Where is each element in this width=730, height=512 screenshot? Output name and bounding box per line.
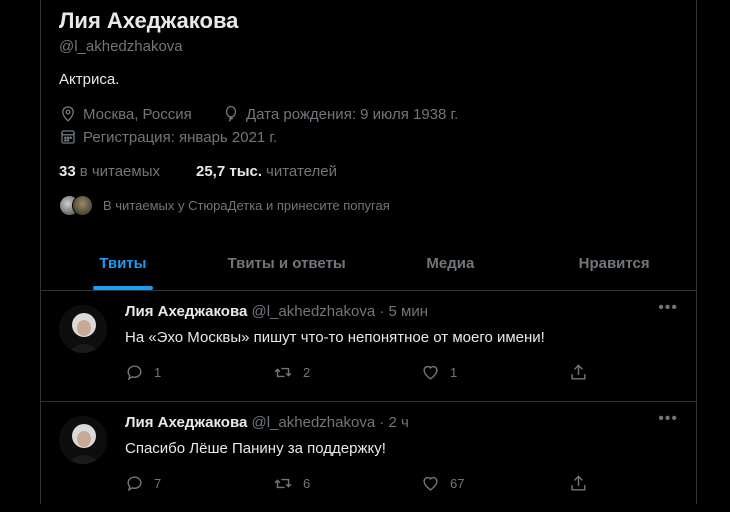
share-button[interactable] xyxy=(569,363,598,382)
retweet-icon xyxy=(274,478,292,489)
retweet-button[interactable]: 2 xyxy=(273,363,310,382)
birthday-balloon-icon xyxy=(225,105,237,122)
location-icon xyxy=(62,106,74,122)
tab-label: Твиты и ответы xyxy=(227,255,346,272)
following-link[interactable]: 33 в читаемых xyxy=(59,163,160,180)
tweet-header: Лия Ахеджакова @l_akhedzhakova · 2 ч xyxy=(125,414,409,431)
location-text: Москва, Россия xyxy=(83,105,192,123)
like-icon xyxy=(423,365,438,380)
tweet-author-name[interactable]: Лия Ахеджакова xyxy=(125,303,247,320)
share-button[interactable] xyxy=(569,474,598,493)
reply-button[interactable]: 7 xyxy=(125,474,161,493)
active-tab-indicator xyxy=(92,286,153,290)
followers-count: 25,7 тыс. xyxy=(196,163,263,180)
reply-count: 1 xyxy=(154,365,162,380)
followed-by[interactable]: В читаемых у СтюраДетка и принесите попу… xyxy=(59,195,390,216)
profile-birthday: Дата рождения: 9 июля 1938 г. xyxy=(222,105,458,123)
followed-by-text: В читаемых у СтюраДетка и принесите попу… xyxy=(103,197,390,213)
like-icon xyxy=(423,476,438,491)
retweet-count: 2 xyxy=(303,365,311,380)
followers-label: читателей xyxy=(266,163,337,180)
tab-tweets[interactable]: Твиты xyxy=(41,240,205,290)
reply-button[interactable]: 1 xyxy=(125,363,161,382)
following-label: в читаемых xyxy=(79,163,160,180)
birthday-text: Дата рождения: 9 июля 1938 г. xyxy=(246,105,459,123)
tab-tweets-replies[interactable]: Твиты и ответы xyxy=(205,240,369,290)
retweet-icon xyxy=(274,367,292,378)
reply-icon xyxy=(127,365,142,381)
more-icon[interactable]: ••• xyxy=(658,410,678,428)
share-icon xyxy=(571,364,586,380)
tweet-header: Лия Ахеджакова @l_akhedzhakova · 5 мин xyxy=(125,303,428,320)
joined-text: Регистрация: январь 2021 г. xyxy=(83,128,278,146)
like-count: 1 xyxy=(450,365,458,380)
profile-name: Лия Ахеджакова xyxy=(59,8,239,33)
profile-tabs: Твиты Твиты и ответы Медиа Нравится xyxy=(41,240,696,291)
calendar-icon xyxy=(61,130,75,144)
tab-media[interactable]: Медиа xyxy=(369,240,533,290)
tab-label: Медиа xyxy=(426,255,475,272)
profile-bio: Актриса. xyxy=(59,71,120,88)
tweet-author-handle[interactable]: @l_akhedzhakova xyxy=(252,414,376,431)
share-icon xyxy=(571,475,586,491)
tweet-author-handle[interactable]: @l_akhedzhakova xyxy=(252,303,376,320)
followed-by-avatars xyxy=(59,195,93,216)
tweet-author-name[interactable]: Лия Ахеджакова xyxy=(125,414,247,431)
profile-handle: @l_akhedzhakova xyxy=(59,38,183,55)
like-count: 67 xyxy=(450,476,465,491)
profile-joined: Регистрация: январь 2021 г. xyxy=(59,128,277,146)
following-count: 33 xyxy=(59,163,76,180)
retweet-button[interactable]: 6 xyxy=(273,474,310,493)
tweet[interactable]: Лия Ахеджакова @l_akhedzhakova · 5 мин •… xyxy=(41,291,696,402)
profile-location: Москва, Россия xyxy=(59,105,192,123)
reply-icon xyxy=(127,476,142,492)
like-button[interactable]: 67 xyxy=(421,474,464,493)
avatar[interactable] xyxy=(59,305,107,353)
like-button[interactable]: 1 xyxy=(421,363,457,382)
profile-column: Лия Ахеджакова @l_akhedzhakova Актриса. … xyxy=(40,0,697,504)
tab-label: Нравится xyxy=(578,255,650,272)
avatar[interactable] xyxy=(59,416,107,464)
tweet-text: Спасибо Лёше Панину за поддержку! xyxy=(125,440,386,457)
reply-count: 7 xyxy=(154,476,162,491)
tweet-time[interactable]: · 5 мин xyxy=(379,303,428,320)
tab-label: Твиты xyxy=(99,255,147,272)
tab-likes[interactable]: Нравится xyxy=(532,240,696,290)
tweet-time[interactable]: · 2 ч xyxy=(379,414,409,431)
followers-link[interactable]: 25,7 тыс. читателей xyxy=(196,163,337,180)
avatar xyxy=(72,195,93,216)
tweet-text: На «Эхо Москвы» пишут что-то непонятное … xyxy=(125,329,545,346)
more-icon[interactable]: ••• xyxy=(658,299,678,317)
tweet[interactable]: Лия Ахеджакова @l_akhedzhakova · 2 ч •••… xyxy=(41,402,696,512)
retweet-count: 6 xyxy=(303,476,311,491)
